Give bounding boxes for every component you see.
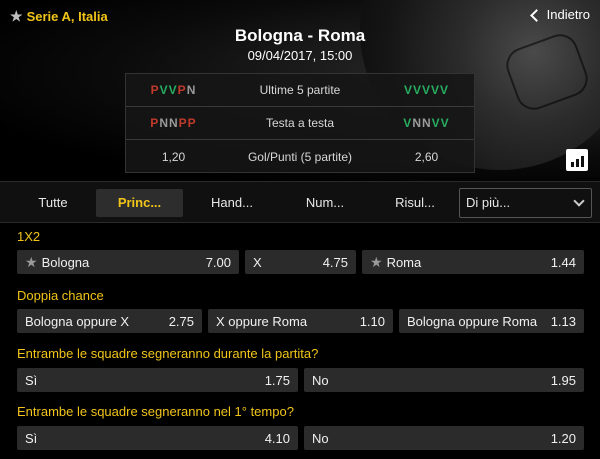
stats-label: Gol/Punti (5 partite)	[247, 149, 353, 164]
result-letter: P	[150, 116, 160, 130]
odd-button[interactable]: Sì 1.75	[17, 368, 298, 392]
odd-value: 2.75	[168, 313, 194, 329]
star-icon: ★	[25, 253, 38, 270]
result-letter: V	[159, 83, 169, 97]
home-goals-avg: 1,20	[161, 149, 186, 164]
result-letter: P	[177, 83, 187, 97]
result-letter: V	[431, 83, 441, 97]
stats-label: Testa a testa	[265, 116, 335, 130]
odd-value: 7.00	[205, 254, 231, 270]
result-letter: N	[168, 116, 179, 130]
stats-row-h2h: PNNPP Testa a testa VNNVV	[126, 107, 474, 140]
result-letter: V	[168, 83, 178, 97]
more-dropdown-label: Di più...	[466, 195, 511, 210]
star-icon[interactable]: ★	[10, 8, 23, 25]
odd-label: Roma	[386, 254, 422, 270]
result-letter: V	[440, 116, 450, 130]
odd-value: 1.10	[359, 313, 385, 329]
odd-value: 4.10	[264, 430, 290, 446]
result-letter: N	[412, 116, 422, 130]
odd-button[interactable]: Sì 4.10	[17, 426, 298, 450]
result-letter: N	[186, 83, 197, 97]
match-title: Bologna - Roma	[234, 26, 366, 45]
odd-button[interactable]: No 1.20	[304, 426, 584, 450]
odd-button[interactable]: No 1.95	[304, 368, 584, 392]
result-letter: P	[178, 116, 188, 130]
result-letter: N	[159, 116, 169, 130]
odd-value: 1.20	[550, 430, 576, 446]
home-form: PVVPN	[126, 83, 221, 97]
odd-value: 1.44	[550, 254, 576, 270]
league-name: Serie A, Italia	[26, 9, 108, 24]
result-letter: V	[431, 116, 441, 130]
market-title-doppia: Doppia chance	[17, 288, 104, 303]
result-letter: V	[440, 83, 450, 97]
odd-value: 4.75	[322, 254, 348, 270]
match-date: 09/04/2017, 15:00	[247, 48, 353, 63]
odd-label: No	[312, 372, 329, 388]
result-letter: V	[403, 116, 413, 130]
star-icon: ★	[370, 253, 383, 270]
odd-value: 1.95	[550, 372, 576, 388]
odd-button[interactable]: ★ Roma 1.44	[362, 250, 584, 274]
stats-panel: PVVPN Ultime 5 partite VVVVV PNNPP Testa…	[125, 73, 475, 173]
odd-label: Sì	[25, 372, 38, 388]
result-letter: V	[421, 83, 431, 97]
more-dropdown[interactable]: Di più...	[459, 188, 592, 218]
bar-1	[570, 162, 574, 167]
tab-principali[interactable]: Princ...	[96, 189, 183, 217]
odd-button[interactable]: ★ Bologna 7.00	[17, 250, 239, 274]
statistics-chart-icon[interactable]	[566, 149, 588, 171]
odd-button[interactable]: X 4.75	[245, 250, 356, 274]
odd-button[interactable]: X oppure Roma 1.10	[208, 309, 393, 333]
result-letter: N	[421, 116, 432, 130]
back-label: Indietro	[546, 7, 590, 22]
back-button[interactable]: Indietro	[529, 7, 590, 22]
match-header: ★ Serie A, Italia Indietro Bologna - Rom…	[0, 0, 600, 181]
odd-label: No	[312, 430, 329, 446]
market-tabs: Tutte Princ... Hand... Num... Risul... D…	[0, 181, 600, 223]
stats-row-last5: PVVPN Ultime 5 partite VVVVV	[126, 74, 474, 107]
odd-label: Bologna oppure X	[25, 313, 130, 329]
market-title-btts-first-half: Entrambe le squadre segneranno nel 1° te…	[17, 404, 294, 419]
tab-numero[interactable]: Num...	[285, 189, 365, 217]
home-h2h: PNNPP	[126, 116, 221, 130]
result-letter: P	[187, 116, 197, 130]
league-link[interactable]: ★ Serie A, Italia	[10, 8, 108, 25]
away-h2h: VNNVV	[379, 116, 474, 130]
result-letter: V	[412, 83, 422, 97]
odd-value: 1.75	[264, 372, 290, 388]
chevron-down-icon	[573, 195, 585, 207]
stats-label: Ultime 5 partite	[259, 83, 341, 97]
away-goals-avg: 2,60	[414, 149, 439, 164]
tab-risultato[interactable]: Risul...	[375, 189, 455, 217]
odd-label: X oppure Roma	[216, 313, 308, 329]
result-letter: V	[403, 83, 413, 97]
bar-2	[575, 159, 579, 167]
odd-label: Bologna	[41, 254, 90, 270]
tab-handicap[interactable]: Hand...	[192, 189, 272, 217]
chevron-left-icon	[529, 8, 543, 22]
tab-tutte[interactable]: Tutte	[18, 189, 88, 217]
odd-label: Bologna oppure Roma	[407, 313, 538, 329]
odd-button[interactable]: Bologna oppure X 2.75	[17, 309, 202, 333]
odd-value: 1.13	[550, 313, 576, 329]
odd-label: X	[253, 254, 262, 270]
odd-label: Sì	[25, 430, 38, 446]
stats-row-goals: 1,20 Gol/Punti (5 partite) 2,60	[126, 140, 474, 173]
market-title-1x2: 1X2	[17, 229, 41, 244]
away-form: VVVVV	[379, 83, 474, 97]
odd-button[interactable]: Bologna oppure Roma 1.13	[399, 309, 584, 333]
market-title-btts: Entrambe le squadre segneranno durante l…	[17, 346, 319, 361]
result-letter: P	[150, 83, 160, 97]
bar-3	[580, 156, 584, 167]
